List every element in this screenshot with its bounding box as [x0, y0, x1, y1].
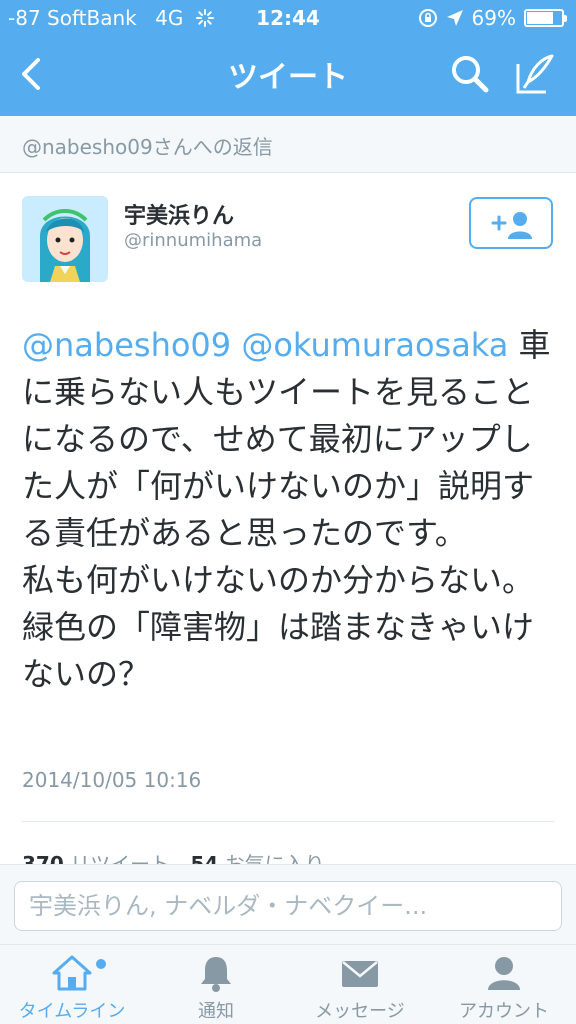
tab-messages-label: メッセージ	[315, 1001, 405, 1022]
nav-bar: ツイート	[0, 38, 576, 116]
tweet-detail-screen: -87 SoftBank 4G 12:44 69% ツイート @nabesho0…	[0, 0, 576, 1024]
tab-account[interactable]: アカウント	[432, 945, 576, 1024]
mention-nabesho09[interactable]: @nabesho09	[22, 326, 231, 364]
author-name[interactable]: 宇美浜りん	[124, 198, 234, 230]
status-right: 69%	[418, 6, 567, 30]
new-tweets-dot	[96, 959, 106, 969]
header: -87 SoftBank 4G 12:44 69% ツイート	[0, 0, 576, 116]
tab-notifications[interactable]: 通知	[144, 945, 288, 1024]
tab-timeline[interactable]: タイムライン	[0, 945, 144, 1024]
bell-icon	[201, 957, 231, 992]
avatar-image	[22, 196, 108, 282]
tweet-body: 車に乗らない人もツイートを見ることになるので、せめて最初にアップした人が「何がい…	[22, 326, 551, 693]
mention-okumuraosaka[interactable]: @okumuraosaka	[241, 326, 508, 364]
tab-account-label: アカウント	[459, 1001, 549, 1022]
tweet-text: @nabesho09 @okumuraosaka 車に乗らない人もツイートを見る…	[22, 322, 554, 698]
tweet-timestamp: 2014/10/05 10:16	[22, 768, 202, 792]
follow-button[interactable]	[469, 197, 553, 249]
envelope-icon	[342, 961, 378, 987]
tab-notifications-label: 通知	[198, 1001, 234, 1022]
location-arrow-icon	[446, 10, 463, 26]
reply-bar	[0, 864, 576, 945]
tab-messages[interactable]: メッセージ	[288, 945, 432, 1024]
in-reply-to-label: @nabesho09さんへの返信	[22, 135, 273, 159]
compose-tweet-icon[interactable]	[514, 52, 558, 96]
author-handle[interactable]: @rinnumihama	[124, 230, 262, 251]
battery-percent: 69%	[471, 6, 516, 30]
reply-input[interactable]	[14, 881, 562, 931]
divider	[22, 821, 554, 822]
avatar[interactable]	[22, 196, 108, 282]
battery-icon	[524, 9, 567, 27]
person-icon	[488, 957, 520, 990]
home-icon	[52, 955, 92, 991]
follow-user-icon	[491, 212, 532, 239]
search-icon[interactable]	[448, 52, 492, 96]
tab-bar: タイムライン 通知 メッセージ アカウント	[0, 944, 576, 1024]
in-reply-to-banner[interactable]: @nabesho09さんへの返信	[0, 116, 576, 173]
rotation-lock-icon	[418, 9, 437, 27]
tab-timeline-label: タイムライン	[18, 1001, 126, 1022]
status-bar: -87 SoftBank 4G 12:44 69%	[0, 0, 576, 38]
